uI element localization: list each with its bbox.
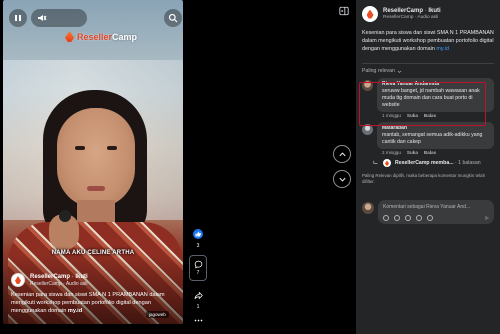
- comment-item: Mataraban mantab, semangat semua adik-ad…: [356, 122, 500, 155]
- chevron-down-icon: [338, 177, 346, 182]
- sort-dropdown[interactable]: Paling relevan: [356, 64, 500, 74]
- comment-actions: 1 minggu Suka Balas: [377, 112, 494, 118]
- action-rail: 3 7 1: [188, 226, 208, 324]
- sticker-icon[interactable]: [427, 215, 433, 221]
- follow-link[interactable]: Ikuti: [75, 274, 87, 280]
- more-dots-icon: [194, 319, 202, 321]
- like-button[interactable]: [190, 226, 206, 242]
- comment-bubble: Rieva Yanuar Andaresta seruww banget, jd…: [377, 78, 494, 112]
- panel-header: ResellerCamp · Ikuti ResellerCamp · Audi…: [356, 0, 500, 22]
- avatar-sticker-icon[interactable]: [383, 215, 389, 221]
- logo-wordmark: ResellerCamp: [77, 32, 137, 42]
- post-description: Kesenian para siswa dan siswi SMA N 1 PR…: [356, 22, 500, 53]
- audio-label[interactable]: ResellerCamp · Audio asli: [30, 281, 88, 287]
- chevron-down-icon: [397, 70, 402, 73]
- reply-comment-button[interactable]: Balas: [424, 150, 436, 155]
- comment-actions: 2 minggu Suka Balas: [377, 149, 494, 155]
- thumbs-up-icon: [193, 229, 203, 239]
- person-mouth: [87, 186, 105, 191]
- video-logo: ResellerCamp: [65, 31, 137, 42]
- comment-composer: Komentari sebagai Rieva Yanuar And...: [362, 200, 494, 224]
- composer-tools: [383, 215, 489, 221]
- chevron-up-icon: [338, 151, 346, 156]
- volume-control[interactable]: [31, 9, 87, 27]
- watermark-badge: jagoweb: [146, 311, 169, 318]
- like-count: 3: [196, 243, 200, 249]
- domain-link[interactable]: my.id: [436, 46, 448, 52]
- flame-logo-icon: [366, 9, 374, 19]
- domain-link[interactable]: my.id: [68, 308, 82, 314]
- comment-input-placeholder: Komentari sebagai Rieva Yanuar And...: [383, 204, 471, 210]
- page-avatar[interactable]: [362, 6, 378, 22]
- comment-input[interactable]: Komentari sebagai Rieva Yanuar And...: [378, 200, 494, 224]
- comment-author[interactable]: Rieva Yanuar Andaresta: [382, 81, 489, 87]
- camera-icon[interactable]: [405, 215, 411, 221]
- comment-text: mantab, semangat semua adik-adikku yang …: [382, 132, 483, 145]
- follow-link[interactable]: Ikuti: [428, 8, 440, 14]
- collapse-panel-button[interactable]: [338, 5, 350, 17]
- share-count: 1: [196, 304, 200, 310]
- share-icon: [194, 291, 203, 299]
- emoji-icon[interactable]: [394, 215, 400, 221]
- comment-bubble: Mataraban mantab, semangat semua adik-ad…: [377, 122, 494, 149]
- commenter-avatar[interactable]: [362, 80, 373, 91]
- like-comment-button[interactable]: Suka: [407, 113, 418, 118]
- reply-comment-button[interactable]: Balas: [424, 113, 436, 118]
- flame-logo-icon: [385, 160, 389, 166]
- page-avatar[interactable]: [11, 273, 25, 287]
- page-name-link[interactable]: ResellerCamp: [383, 8, 423, 14]
- share-button[interactable]: [190, 287, 206, 303]
- commenter-avatar[interactable]: [362, 124, 373, 135]
- reply-arrow-icon: [373, 160, 378, 164]
- person-face: [57, 108, 135, 208]
- send-icon[interactable]: [484, 215, 490, 221]
- person-eye-left: [75, 146, 85, 150]
- current-user-avatar: [362, 202, 374, 214]
- comment-time: 1 minggu: [382, 113, 401, 118]
- video-caption: NAMA AKU CELINE ARTHA: [51, 250, 135, 256]
- comment-author[interactable]: Mataraban: [382, 125, 489, 131]
- flame-logo-icon: [15, 276, 21, 284]
- pause-button[interactable]: [9, 9, 27, 27]
- logo-brand-text: Reseller: [77, 31, 113, 42]
- comment-count: 7: [196, 270, 200, 276]
- comments-panel: ResellerCamp · Ikuti ResellerCamp · Audi…: [356, 0, 500, 334]
- search-icon: [168, 13, 178, 23]
- gif-icon[interactable]: [416, 215, 422, 221]
- sort-label: Paling relevan: [362, 68, 395, 74]
- like-comment-button[interactable]: Suka: [407, 150, 418, 155]
- comment-icon: [194, 260, 202, 269]
- flame-logo-icon: [65, 31, 74, 42]
- page-avatar-small: [383, 159, 391, 167]
- more-options-button[interactable]: [190, 316, 206, 324]
- video-description-text: Kesenian para siswa dan siswi SMA N 1 PR…: [11, 292, 165, 314]
- post-description-text: Kesenian para siswa dan siswi SMA N 1 PR…: [362, 30, 494, 52]
- audio-label[interactable]: ResellerCamp · Audio asli: [383, 15, 441, 20]
- view-replies-link[interactable]: ResellerCamp memba... · 1 balasan: [356, 155, 500, 167]
- video-meta: ResellerCamp · Ikuti ResellerCamp · Audi…: [11, 273, 179, 315]
- comment-text: seruww banget, jd nambah wawasan anak mu…: [382, 88, 480, 108]
- next-video-button[interactable]: [333, 170, 351, 188]
- logo-suffix-text: Camp: [112, 31, 138, 42]
- search-button[interactable]: [164, 9, 182, 27]
- comment-button[interactable]: 7: [189, 255, 207, 281]
- microphone: [59, 210, 71, 222]
- pause-icon: [15, 15, 21, 21]
- reply-author: ResellerCamp memba...: [395, 160, 454, 166]
- mute-icon: [38, 15, 47, 21]
- panel-toggle-icon: [339, 6, 349, 16]
- comment-item: Rieva Yanuar Andaresta seruww banget, jd…: [356, 78, 500, 118]
- previous-video-button[interactable]: [333, 145, 351, 163]
- video-stage: ResellerCamp NAMA AKU CELINE ARTHA Resel…: [0, 0, 356, 334]
- comment-time: 2 minggu: [382, 150, 401, 155]
- person-eye-right: [107, 146, 117, 150]
- page-name-link[interactable]: ResellerCamp: [30, 274, 70, 280]
- video-player[interactable]: ResellerCamp NAMA AKU CELINE ARTHA Resel…: [3, 0, 183, 324]
- reply-count: · 1 balasan: [454, 160, 481, 166]
- filter-notice: Paling Relevan dipilih, maka beberapa ko…: [362, 173, 486, 184]
